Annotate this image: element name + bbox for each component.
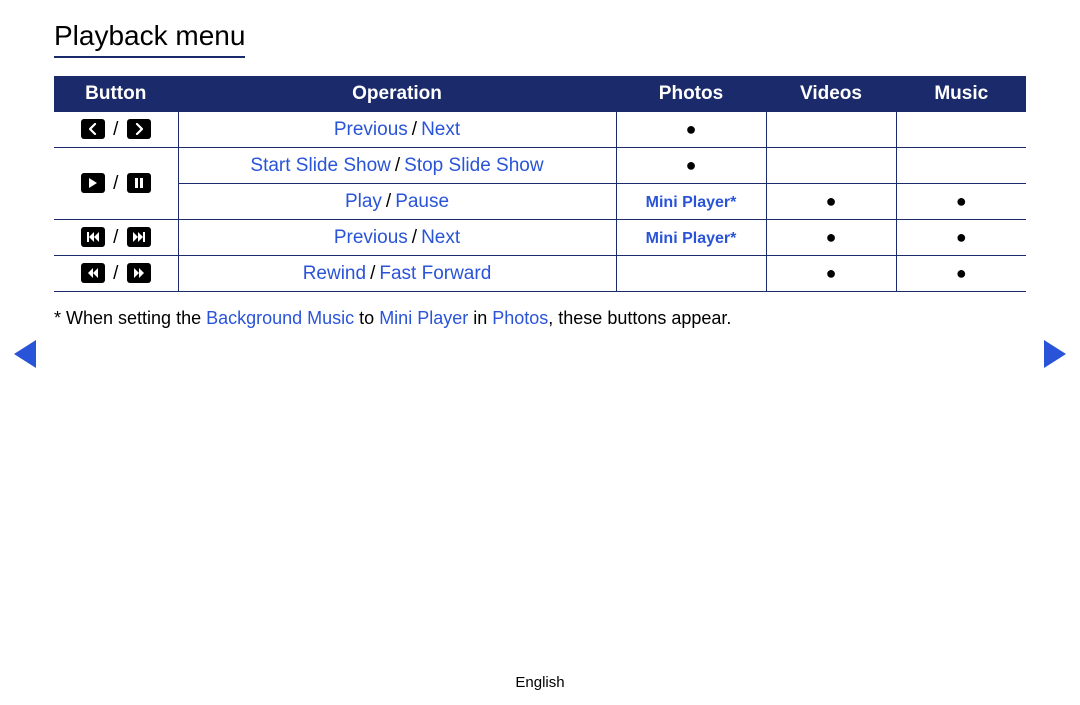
table-header-row: Button Operation Photos Videos Music — [54, 77, 1026, 112]
footer-language: English — [0, 674, 1080, 691]
playback-table: Button Operation Photos Videos Music / — [54, 76, 1026, 292]
cell-music: ● — [956, 227, 967, 247]
slash: / — [110, 263, 121, 284]
operation-text: Play — [345, 191, 382, 212]
header-button: Button — [54, 77, 178, 112]
fast-forward-icon — [127, 263, 151, 283]
footnote-text: to — [354, 308, 379, 328]
table-row: Play/Pause Mini Player* ● ● — [54, 184, 1026, 220]
operation-text: Rewind — [303, 263, 366, 284]
header-videos: Videos — [766, 77, 896, 112]
cell-photos: ● — [686, 119, 697, 139]
footnote-text: , these buttons appear. — [548, 308, 731, 328]
operation-text: Previous — [334, 227, 408, 248]
slash: / — [110, 119, 121, 140]
slash: / — [382, 191, 395, 212]
slash: / — [408, 227, 421, 248]
table-row: / Rewind/Fast Forward ● ● — [54, 256, 1026, 292]
nav-next-button[interactable] — [1044, 340, 1066, 368]
table-row: / Previous/Next Mini Player* ● ● — [54, 220, 1026, 256]
table-row: / Start Slide Show/Stop Slide Show ● — [54, 148, 1026, 184]
operation-text: Pause — [395, 191, 449, 212]
slash: / — [366, 263, 379, 284]
footnote-link-photos: Photos — [492, 308, 548, 328]
play-icon — [81, 173, 105, 193]
cell-photos: ● — [686, 155, 697, 175]
operation-text: Previous — [334, 119, 408, 140]
header-photos: Photos — [616, 77, 766, 112]
pause-icon — [127, 173, 151, 193]
slash: / — [110, 227, 121, 248]
rewind-icon — [81, 263, 105, 283]
cell-videos: ● — [826, 227, 837, 247]
header-operation: Operation — [178, 77, 616, 112]
operation-text: Start Slide Show — [250, 155, 390, 176]
operation-text: Stop Slide Show — [404, 155, 543, 176]
cell-music: ● — [956, 191, 967, 211]
nav-prev-button[interactable] — [14, 340, 36, 368]
slash: / — [391, 155, 404, 176]
skip-previous-icon — [81, 227, 105, 247]
operation-text: Fast Forward — [379, 263, 491, 284]
chevron-right-icon — [127, 119, 151, 139]
cell-videos: ● — [826, 263, 837, 283]
cell-videos: ● — [826, 191, 837, 211]
table-row: / Previous/Next ● — [54, 112, 1026, 148]
footnote-link-bg: Background Music — [206, 308, 354, 328]
skip-next-icon — [127, 227, 151, 247]
cell-photos: Mini Player* — [646, 230, 737, 247]
operation-text: Next — [421, 119, 460, 140]
footnote-text: in — [468, 308, 492, 328]
slash: / — [110, 173, 121, 194]
footnote: * When setting the Background Music to M… — [54, 306, 1026, 331]
page-title: Playback menu — [54, 20, 245, 58]
cell-photos: Mini Player* — [646, 194, 737, 211]
slash: / — [408, 119, 421, 140]
cell-music: ● — [956, 263, 967, 283]
footnote-text: * When setting the — [54, 308, 206, 328]
chevron-left-icon — [81, 119, 105, 139]
operation-text: Next — [421, 227, 460, 248]
footnote-link-mp: Mini Player — [379, 308, 468, 328]
header-music: Music — [896, 77, 1026, 112]
